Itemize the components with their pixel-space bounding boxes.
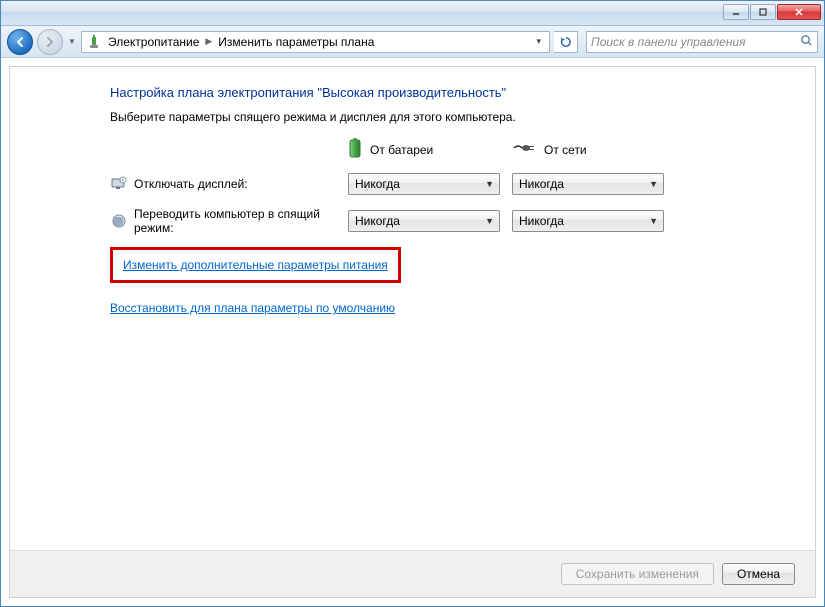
search-icon xyxy=(800,34,813,50)
minimize-button[interactable] xyxy=(723,4,749,20)
sleep-ac-select[interactable]: Никогда ▼ xyxy=(512,210,664,232)
display-off-label: Отключать дисплей: xyxy=(134,177,348,191)
highlight-box: Изменить дополнительные параметры питани… xyxy=(110,247,401,283)
address-dropdown-icon[interactable]: ▾ xyxy=(532,36,545,47)
search-placeholder: Поиск в панели управления xyxy=(591,35,746,49)
button-row: Сохранить изменения Отмена xyxy=(10,550,815,597)
chevron-down-icon: ▼ xyxy=(649,216,658,226)
control-panel-window: ▼ Электропитание ▶ Изменить параметры пл… xyxy=(0,0,825,607)
restore-defaults-link[interactable]: Восстановить для плана параметры по умол… xyxy=(110,301,395,315)
address-bar[interactable]: Электропитание ▶ Изменить параметры план… xyxy=(81,31,550,53)
chevron-down-icon: ▼ xyxy=(649,179,658,189)
column-headers: От батареи От сети xyxy=(110,138,787,161)
nav-row: ▼ Электропитание ▶ Изменить параметры пл… xyxy=(1,26,824,58)
maximize-button[interactable] xyxy=(750,4,776,20)
advanced-settings-link[interactable]: Изменить дополнительные параметры питани… xyxy=(123,258,388,272)
save-button[interactable]: Сохранить изменения xyxy=(561,563,714,585)
power-options-icon xyxy=(86,34,102,50)
breadcrumb-part-1[interactable]: Электропитание xyxy=(108,35,199,49)
content-frame: Настройка плана электропитания "Высокая … xyxy=(9,66,816,598)
setting-row-sleep: Переводить компьютер в спящий режим: Ник… xyxy=(110,207,787,235)
chevron-down-icon: ▼ xyxy=(485,216,494,226)
page-title: Настройка плана электропитания "Высокая … xyxy=(110,85,787,100)
ac-column-header: От сети xyxy=(512,138,676,161)
sleep-battery-select[interactable]: Никогда ▼ xyxy=(348,210,500,232)
close-button[interactable] xyxy=(777,4,821,20)
battery-icon xyxy=(348,138,362,161)
page-subtitle: Выберите параметры спящего режима и дисп… xyxy=(110,110,787,124)
setting-row-display: Отключать дисплей: Никогда ▼ Никогда ▼ xyxy=(110,173,787,195)
titlebar xyxy=(1,1,824,26)
display-off-icon xyxy=(110,176,128,192)
content-outer: Настройка плана электропитания "Высокая … xyxy=(1,58,824,606)
refresh-button[interactable] xyxy=(554,31,578,53)
battery-column-header: От батареи xyxy=(348,138,512,161)
plug-icon xyxy=(512,142,536,157)
nav-history-dropdown[interactable]: ▼ xyxy=(67,29,77,55)
battery-column-label: От батареи xyxy=(370,143,433,157)
sleep-icon xyxy=(110,213,128,229)
display-battery-select[interactable]: Никогда ▼ xyxy=(348,173,500,195)
display-ac-select[interactable]: Никогда ▼ xyxy=(512,173,664,195)
ac-column-label: От сети xyxy=(544,143,587,157)
sleep-label: Переводить компьютер в спящий режим: xyxy=(134,207,348,235)
breadcrumb-part-2[interactable]: Изменить параметры плана xyxy=(218,35,374,49)
nav-back-button[interactable] xyxy=(7,29,33,55)
breadcrumb-sep-icon: ▶ xyxy=(205,36,212,47)
chevron-down-icon: ▼ xyxy=(485,179,494,189)
cancel-button[interactable]: Отмена xyxy=(722,563,795,585)
nav-forward-button[interactable] xyxy=(37,29,63,55)
search-input[interactable]: Поиск в панели управления xyxy=(586,31,818,53)
